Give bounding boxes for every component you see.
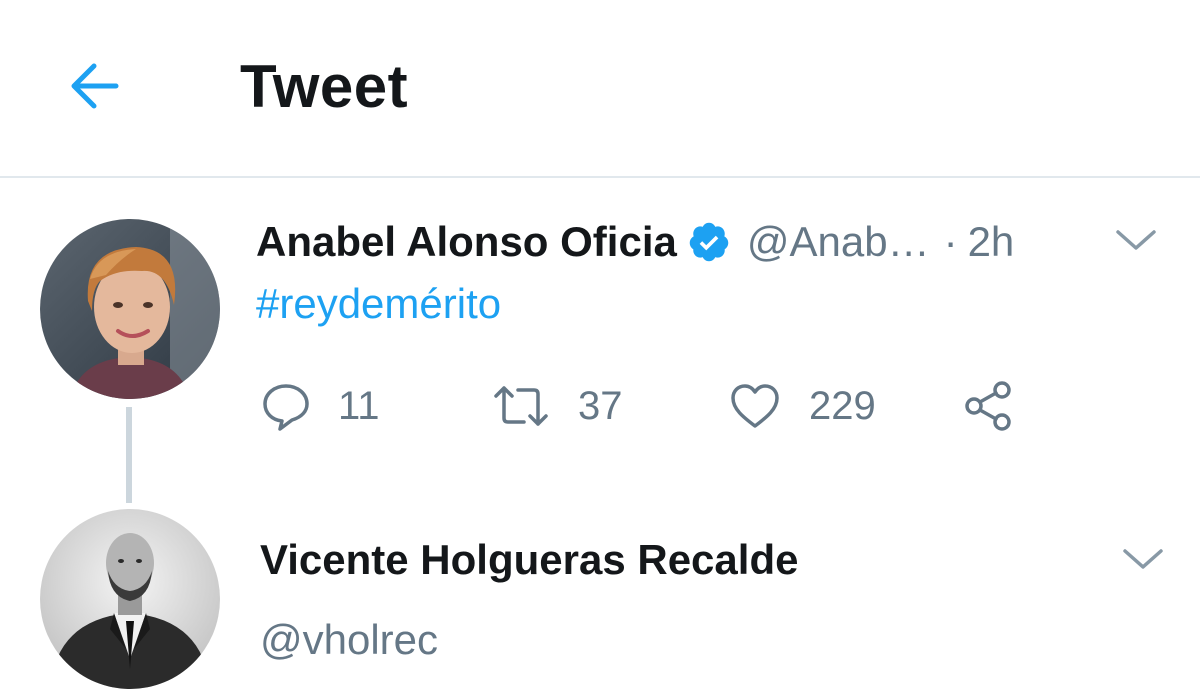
heart-icon bbox=[731, 384, 779, 428]
share-icon bbox=[965, 381, 1011, 431]
reply-menu-button[interactable] bbox=[1121, 545, 1165, 575]
share-button[interactable] bbox=[960, 378, 1020, 434]
like-count: 229 bbox=[809, 383, 876, 428]
separator-dot: · bbox=[943, 218, 958, 265]
tweet-author-row: Anabel Alonso Oficia @Anab… · 2h bbox=[256, 214, 1014, 270]
chevron-down-icon bbox=[1123, 549, 1163, 569]
tweet-menu-button[interactable] bbox=[1114, 226, 1158, 256]
avatar[interactable] bbox=[40, 509, 220, 689]
tweet-timestamp[interactable]: 2h bbox=[968, 218, 1015, 266]
reply-author-display-name[interactable]: Vicente Holgueras Recalde bbox=[260, 536, 798, 584]
back-button[interactable] bbox=[62, 58, 126, 114]
arrow-left-icon bbox=[71, 63, 119, 109]
verified-badge-icon bbox=[689, 222, 729, 262]
like-button[interactable]: 229 bbox=[727, 378, 876, 434]
reply-author-handle[interactable]: @vholrec bbox=[260, 616, 438, 664]
reply-count: 11 bbox=[338, 383, 380, 428]
tweet-hashtag-link[interactable]: #reydemérito bbox=[256, 280, 501, 328]
retweet-count: 37 bbox=[578, 383, 623, 428]
retweet-icon bbox=[494, 386, 548, 426]
chevron-down-icon bbox=[1116, 230, 1156, 250]
author-display-name[interactable]: Anabel Alonso Oficia bbox=[256, 218, 677, 266]
reply-icon bbox=[263, 384, 309, 431]
page-title: Tweet bbox=[240, 53, 409, 120]
retweet-button[interactable]: 37 bbox=[490, 378, 623, 434]
author-handle[interactable]: @Anab… bbox=[747, 218, 930, 266]
top-bar: Tweet bbox=[0, 0, 1200, 178]
avatar[interactable] bbox=[40, 219, 220, 399]
reply-author-row: Vicente Holgueras Recalde bbox=[260, 532, 798, 588]
thread-connector bbox=[126, 407, 132, 503]
reply-button[interactable]: 11 bbox=[260, 378, 380, 434]
